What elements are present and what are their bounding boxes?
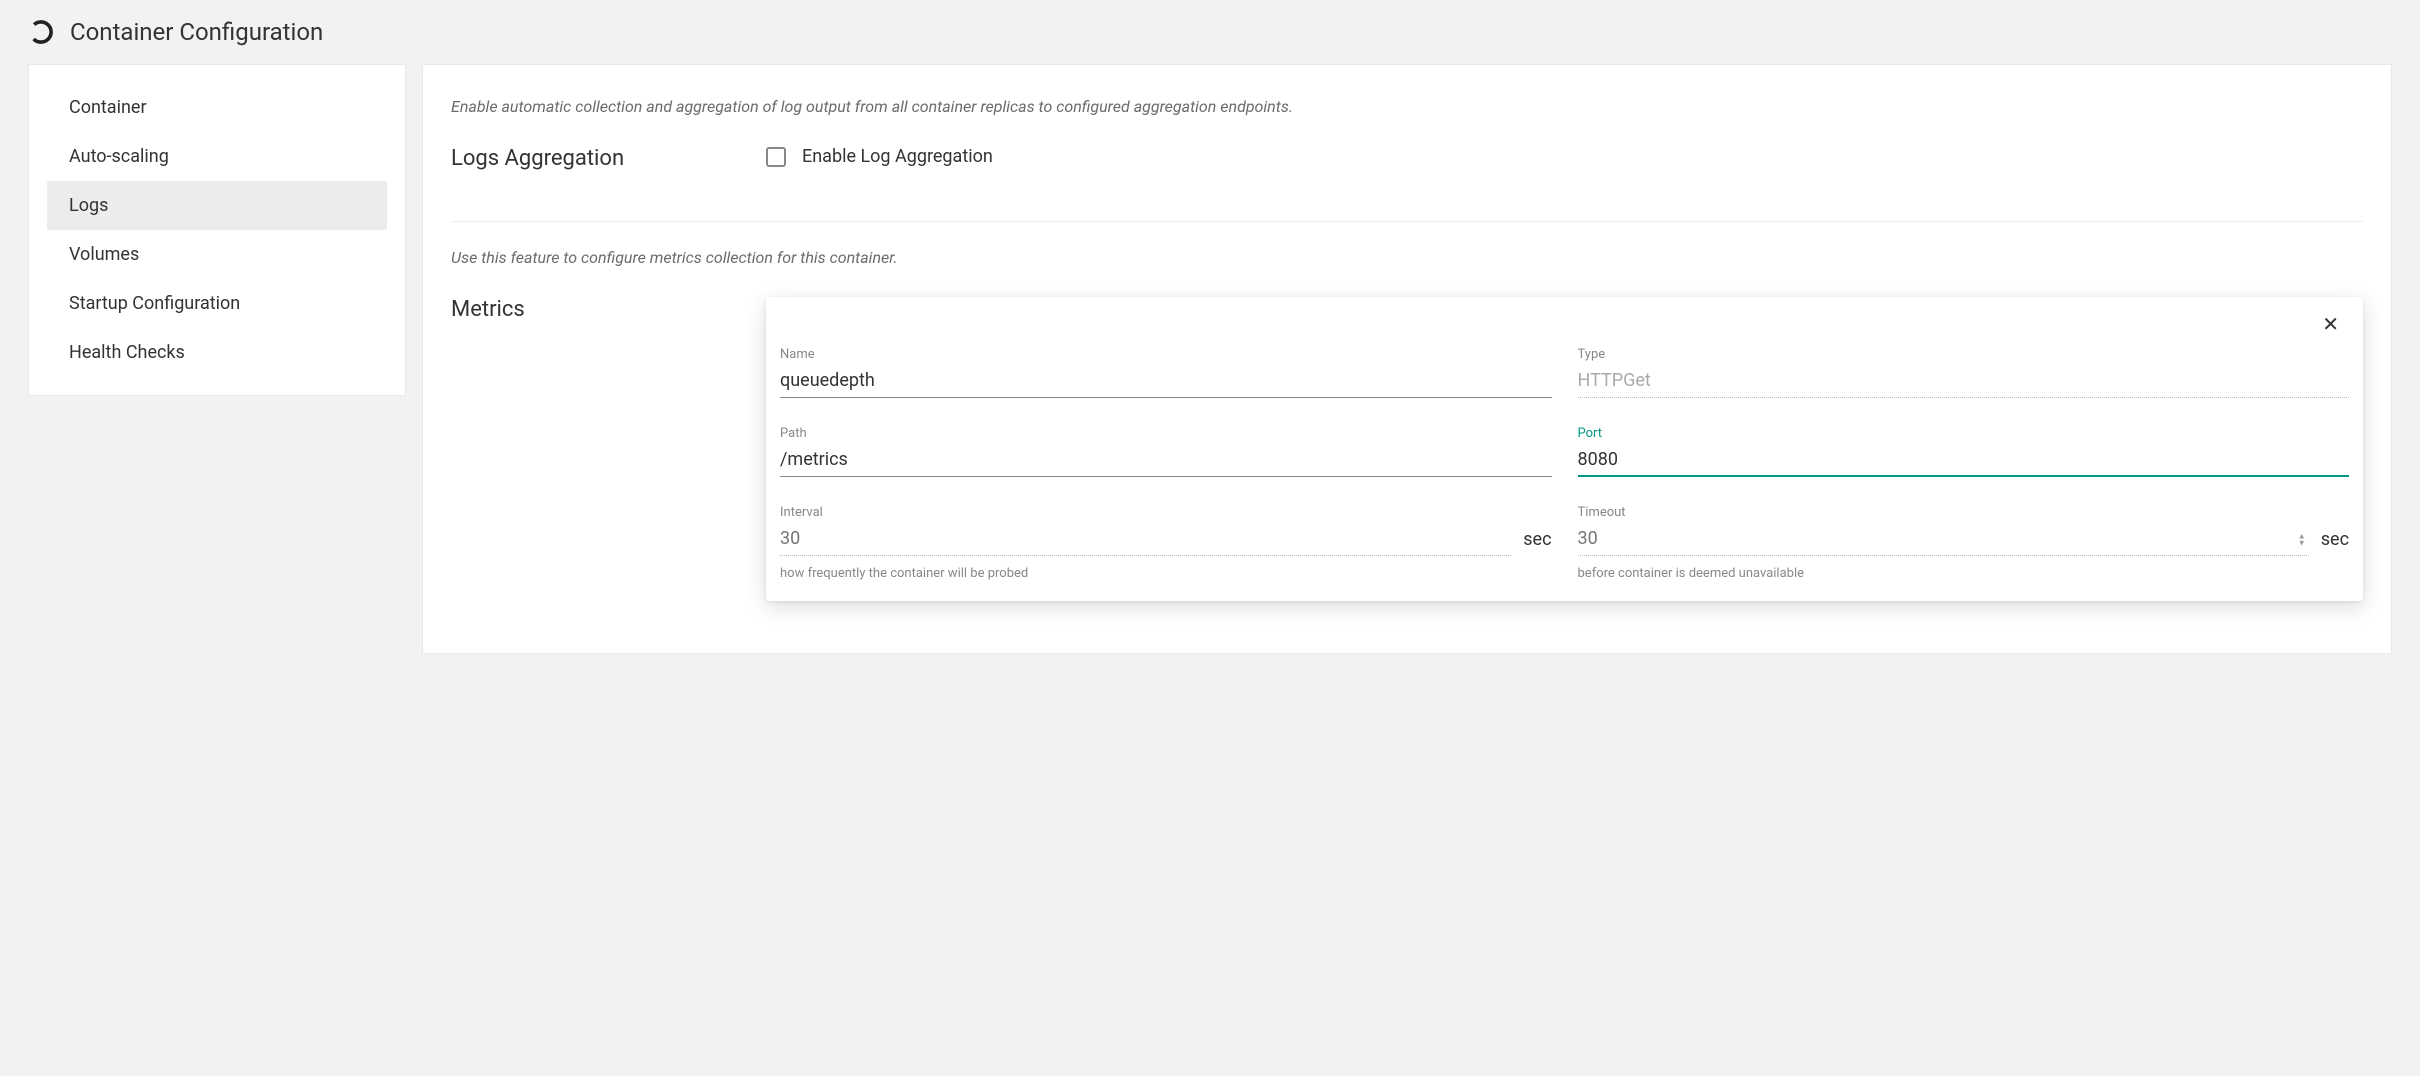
sidebar-nav: Container Auto-scaling Logs Volumes Star… xyxy=(28,64,406,396)
metrics-card: ✕ Name Type Path xyxy=(766,297,2363,601)
enable-log-aggregation-checkbox[interactable] xyxy=(766,147,786,167)
container-progress-icon xyxy=(28,19,54,45)
metrics-name-input[interactable] xyxy=(780,366,1552,398)
metrics-interval-help: how frequently the container will be pro… xyxy=(780,566,1552,581)
logs-aggregation-title: Logs Aggregation xyxy=(451,146,726,171)
spinner-down-icon[interactable]: ▼ xyxy=(2297,541,2307,547)
section-divider xyxy=(451,221,2363,222)
metrics-port-label: Port xyxy=(1578,426,2350,441)
metrics-path-field: Path xyxy=(780,426,1552,477)
logs-description: Enable automatic collection and aggregat… xyxy=(451,97,2363,116)
metrics-timeout-suffix: sec xyxy=(2321,529,2349,556)
sidebar-item-auto-scaling[interactable]: Auto-scaling xyxy=(47,132,387,181)
sidebar-item-logs[interactable]: Logs xyxy=(47,181,387,230)
metrics-port-field: Port xyxy=(1578,426,2350,477)
metrics-type-label: Type xyxy=(1578,347,2350,362)
metrics-timeout-label: Timeout xyxy=(1578,505,2350,520)
metrics-interval-label: Interval xyxy=(780,505,1552,520)
close-icon: ✕ xyxy=(2322,314,2339,336)
metrics-name-label: Name xyxy=(780,347,1552,362)
enable-log-aggregation-row: Enable Log Aggregation xyxy=(766,146,993,167)
metrics-path-input[interactable] xyxy=(780,445,1552,477)
main-panel: Enable automatic collection and aggregat… xyxy=(422,64,2392,654)
sidebar-item-container[interactable]: Container xyxy=(47,83,387,132)
logs-section-row: Logs Aggregation Enable Log Aggregation xyxy=(451,146,2363,171)
metrics-name-field: Name xyxy=(780,347,1552,398)
metrics-timeout-spinner: ▲ ▼ xyxy=(2297,534,2307,547)
sidebar-item-health-checks[interactable]: Health Checks xyxy=(47,328,387,377)
metrics-interval-input[interactable] xyxy=(780,524,1511,556)
metrics-interval-field: Interval sec how frequently the containe… xyxy=(780,505,1552,581)
page-header: Container Configuration xyxy=(0,0,2420,64)
metrics-type-field: Type xyxy=(1578,347,2350,398)
metrics-port-input[interactable] xyxy=(1578,445,2350,477)
page-title: Container Configuration xyxy=(70,18,323,46)
metrics-description: Use this feature to configure metrics co… xyxy=(451,248,2363,267)
metrics-path-label: Path xyxy=(780,426,1552,441)
sidebar-item-volumes[interactable]: Volumes xyxy=(47,230,387,279)
metrics-type-input xyxy=(1578,366,2350,398)
metrics-title: Metrics xyxy=(451,297,726,322)
sidebar-item-startup-configuration[interactable]: Startup Configuration xyxy=(47,279,387,328)
metrics-timeout-help: before container is deemed unavailable xyxy=(1578,566,2350,581)
metrics-interval-suffix: sec xyxy=(1523,529,1551,556)
metrics-timeout-input[interactable] xyxy=(1578,524,2309,556)
enable-log-aggregation-label: Enable Log Aggregation xyxy=(802,146,993,167)
metrics-timeout-field: Timeout ▲ ▼ sec before container is deem… xyxy=(1578,505,2350,581)
metrics-close-button[interactable]: ✕ xyxy=(2318,311,2343,339)
